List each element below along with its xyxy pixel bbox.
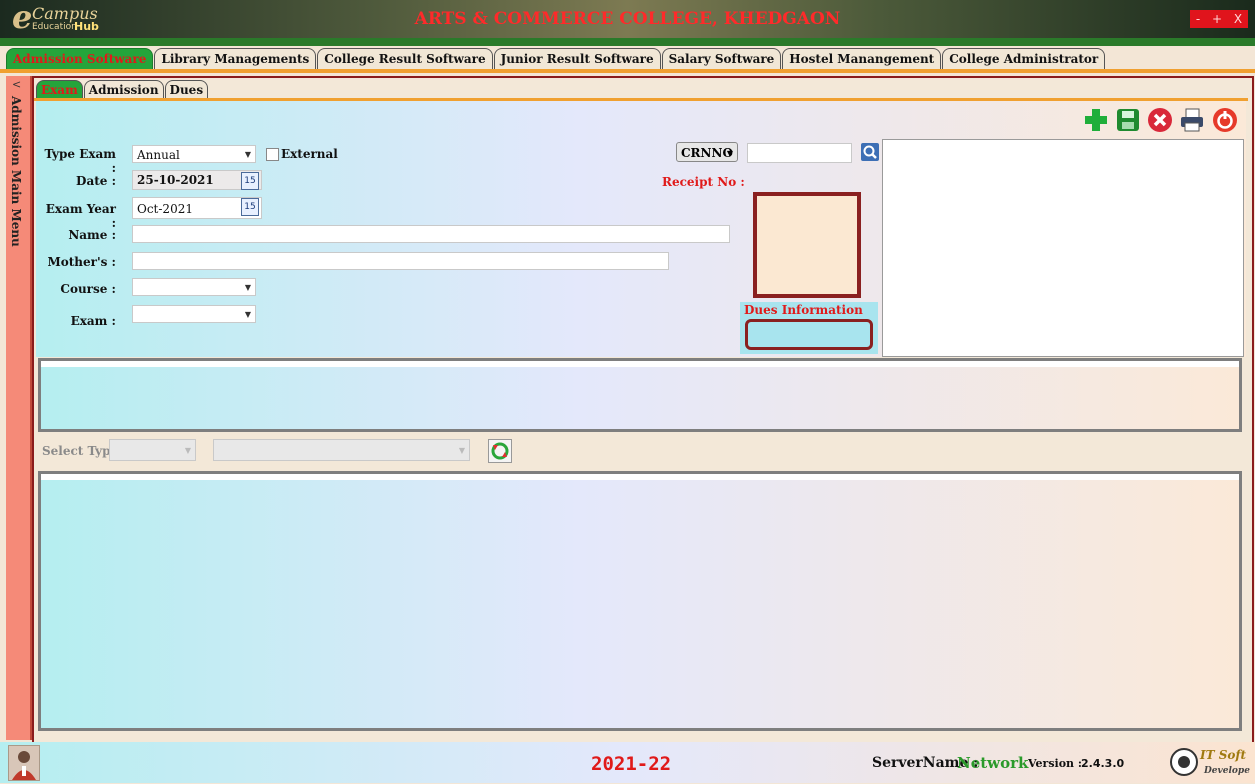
tab-library-managements[interactable]: Library Managements — [154, 48, 317, 69]
chevron-down-icon: ▼ — [726, 148, 733, 158]
exam-select[interactable]: ▼ — [132, 305, 256, 323]
college-title: ARTS & COMMERCE COLLEGE, KHEDGAON — [414, 9, 841, 29]
chevron-down-icon: ▼ — [184, 446, 191, 455]
refresh-icon — [491, 442, 509, 460]
tab-salary-software[interactable]: Salary Software — [661, 48, 782, 69]
external-checkbox[interactable] — [266, 148, 279, 161]
sub-tab-bar: Exam Admission Dues — [36, 80, 209, 99]
user-avatar[interactable] — [8, 745, 40, 781]
cancel-button[interactable] — [1146, 106, 1174, 134]
course-label: Course : — [60, 282, 116, 296]
receipt-no-label: Receipt No : — [662, 175, 745, 189]
add-icon — [1085, 109, 1107, 131]
select-value-dropdown[interactable]: ▼ — [213, 439, 470, 461]
close-button[interactable]: X — [1234, 12, 1242, 26]
crnno-select[interactable]: CRNNO ▼ — [676, 142, 738, 162]
cancel-icon — [1148, 108, 1172, 132]
chevron-down-icon: ▼ — [244, 150, 251, 159]
external-label: External — [281, 147, 338, 161]
search-button[interactable] — [861, 143, 879, 161]
mothers-label: Mother's : — [47, 255, 116, 269]
date-value: 25-10-2021 — [137, 173, 214, 187]
it-soft-developers-logo: IT Soft Developers — [1168, 745, 1255, 779]
mothers-input[interactable] — [132, 252, 669, 270]
power-icon — [1213, 108, 1237, 132]
date-label: Date : — [76, 174, 116, 188]
minimize-button[interactable]: - — [1196, 12, 1200, 26]
sidebar-label: Admission Main Menu — [9, 96, 23, 247]
sidebar-main-menu[interactable]: < Admission Main Menu — [6, 76, 32, 740]
exam-year-label: Exam Year : — [45, 202, 116, 230]
print-button[interactable] — [1178, 106, 1206, 134]
chevron-down-icon: ▼ — [244, 283, 251, 292]
tab-strip — [0, 69, 1255, 73]
print-icon — [1181, 108, 1203, 132]
info-panel — [38, 358, 1242, 432]
exam-label: Exam : — [70, 314, 116, 328]
developer-logo-icon: IT Soft Developers — [1170, 748, 1255, 776]
crnno-label: CRNNO — [681, 146, 733, 160]
type-exam-label: Type Exam : — [44, 147, 116, 175]
exam-year-value: Oct-2021 — [137, 202, 193, 216]
tab-college-administrator[interactable]: College Administrator — [942, 48, 1106, 69]
select-type-label: Select Type — [42, 444, 119, 458]
chevron-down-icon: ▼ — [458, 446, 465, 455]
name-input[interactable] — [132, 225, 730, 243]
name-label: Name : — [68, 228, 116, 242]
chevron-down-icon: ▼ — [244, 310, 251, 319]
version-value: 2.4.3.0 — [1081, 757, 1125, 770]
tab-exam[interactable]: Exam — [36, 80, 83, 99]
tab-admission-software[interactable]: Admission Software — [6, 48, 154, 69]
course-select[interactable]: ▼ — [132, 278, 256, 296]
save-icon — [1117, 109, 1139, 131]
crnno-input[interactable] — [747, 143, 852, 163]
tab-junior-result-software[interactable]: Junior Result Software — [493, 48, 661, 69]
dues-information-field — [745, 319, 873, 350]
top-tab-bar: Admission Software Library Managements C… — [6, 48, 1106, 70]
dues-information-label: Dues Information — [744, 303, 863, 317]
search-icon — [863, 145, 877, 159]
maximize-button[interactable]: + — [1212, 12, 1222, 26]
academic-year: 2021-22 — [591, 753, 672, 775]
refresh-button[interactable] — [488, 439, 512, 463]
select-type-dropdown[interactable]: ▼ — [109, 439, 196, 461]
svg-text:IT Soft: IT Soft — [1199, 748, 1247, 762]
save-button[interactable] — [1114, 106, 1142, 134]
version-label: Version : — [1028, 757, 1082, 770]
type-exam-value: Annual — [137, 148, 180, 162]
student-photo-frame — [753, 192, 861, 298]
data-grid[interactable] — [38, 471, 1242, 731]
add-button[interactable] — [1082, 106, 1110, 134]
power-button[interactable] — [1211, 106, 1239, 134]
tab-hostel-management[interactable]: Hostel Manangement — [782, 48, 942, 69]
tab-college-result-software[interactable]: College Result Software — [317, 48, 493, 69]
user-icon — [12, 751, 36, 780]
window-controls: - + X — [1190, 10, 1248, 28]
svg-text:Developers: Developers — [1203, 766, 1250, 776]
calendar-icon[interactable]: 15 — [241, 172, 259, 190]
collapse-arrow-icon[interactable]: < — [12, 78, 21, 91]
tab-dues[interactable]: Dues — [164, 80, 209, 99]
calendar-icon[interactable]: 15 — [241, 198, 259, 216]
title-underline — [0, 38, 1255, 46]
tab-admission[interactable]: Admission — [83, 80, 164, 99]
type-exam-select[interactable]: Annual ▼ — [132, 145, 256, 163]
server-name-value: Network — [957, 754, 1029, 772]
details-panel — [882, 139, 1244, 357]
